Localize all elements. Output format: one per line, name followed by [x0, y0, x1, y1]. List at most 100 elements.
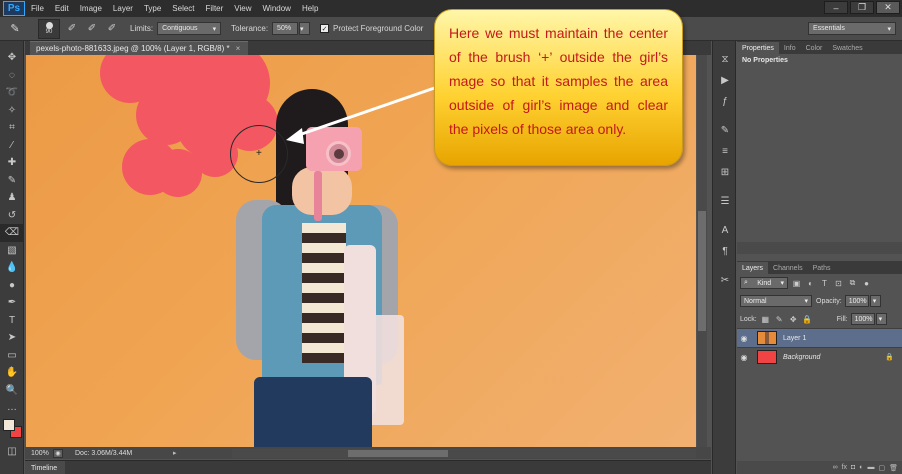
- fill-input[interactable]: 100%: [850, 313, 875, 325]
- protect-foreground-checkbox[interactable]: ✓: [320, 24, 330, 33]
- background-eraser-tool-icon[interactable]: ✎: [4, 19, 26, 39]
- lasso-tool-icon[interactable]: ➰: [0, 84, 24, 102]
- new-layer-icon[interactable]: ▢: [878, 464, 885, 472]
- smart-object-filter-icon[interactable]: ⧉: [847, 278, 858, 289]
- vertical-scroll-thumb[interactable]: [698, 211, 706, 331]
- zoom-level[interactable]: 100%: [25, 450, 53, 457]
- sampling-once-icon[interactable]: ✐: [84, 21, 100, 37]
- link-layers-icon[interactable]: ∞: [833, 464, 838, 471]
- fill-slider-toggle[interactable]: ▾: [875, 313, 887, 325]
- brush-tool-icon[interactable]: ✎: [0, 172, 24, 190]
- hand-tool-icon[interactable]: ✋: [0, 364, 24, 382]
- tab-info[interactable]: Info: [779, 42, 801, 54]
- timeline-tab[interactable]: Timeline: [25, 461, 65, 474]
- tolerance-input[interactable]: 50%: [272, 22, 299, 35]
- menu-image[interactable]: Image: [80, 4, 102, 13]
- new-group-icon[interactable]: ▬: [867, 464, 874, 471]
- close-icon[interactable]: ×: [236, 44, 241, 53]
- layer-kind-filter[interactable]: ⌕ Kind ▾: [740, 277, 788, 289]
- adjustment-layer-icon[interactable]: ◐: [859, 464, 863, 471]
- layer-style-icon[interactable]: fx: [842, 464, 847, 471]
- shape-filter-icon[interactable]: ⊡: [833, 278, 844, 289]
- close-button[interactable]: ✕: [876, 1, 900, 14]
- gradient-tool-icon[interactable]: ▧: [0, 242, 24, 260]
- vertical-scrollbar[interactable]: [697, 55, 707, 447]
- visibility-eye-icon[interactable]: ◉: [737, 334, 751, 343]
- workspace-select[interactable]: Essentials ▾: [808, 22, 896, 35]
- brush-presets-icon[interactable]: ✎: [713, 120, 737, 141]
- adjustment-filter-icon[interactable]: ◐: [805, 278, 816, 289]
- layer-row-layer-1[interactable]: ◉ Layer 1: [737, 328, 902, 347]
- tab-properties[interactable]: Properties: [737, 42, 779, 54]
- history-brush-tool-icon[interactable]: ↺: [0, 207, 24, 225]
- tab-paths[interactable]: Paths: [808, 262, 836, 274]
- menu-file[interactable]: File: [31, 4, 44, 13]
- crop-tool-icon[interactable]: ⌗: [0, 119, 24, 137]
- blend-mode-select[interactable]: Normal ▾: [740, 295, 812, 307]
- delete-layer-icon[interactable]: 🗑: [889, 464, 898, 472]
- marquee-tool-icon[interactable]: ◌: [0, 67, 24, 85]
- eyedropper-tool-icon[interactable]: ⁄: [0, 137, 24, 155]
- tab-swatches[interactable]: Swatches: [827, 42, 867, 54]
- tolerance-slider-toggle[interactable]: ▾: [299, 22, 311, 35]
- status-menu-arrow-icon[interactable]: ▸: [173, 449, 177, 457]
- menu-type[interactable]: Type: [144, 4, 161, 13]
- menu-filter[interactable]: Filter: [206, 4, 224, 13]
- menu-select[interactable]: Select: [172, 4, 194, 13]
- clone-stamp-tool-icon[interactable]: ♟: [0, 189, 24, 207]
- dodge-tool-icon[interactable]: ●: [0, 277, 24, 295]
- tab-layers[interactable]: Layers: [737, 262, 769, 274]
- adjustments-fx-icon[interactable]: ƒ: [713, 91, 737, 112]
- horizontal-scroll-thumb[interactable]: [348, 450, 448, 457]
- character-icon[interactable]: A: [713, 220, 737, 241]
- shape-tool-icon[interactable]: ▭: [0, 347, 24, 365]
- lock-transparent-icon[interactable]: ▦: [760, 314, 771, 325]
- clone-source-icon[interactable]: ⊞: [713, 162, 737, 183]
- quick-selection-tool-icon[interactable]: ✧: [0, 102, 24, 120]
- zoom-tool-icon[interactable]: 🔍: [0, 382, 24, 400]
- document-tab[interactable]: pexels-photo-881633.jpeg @ 100% (Layer 1…: [30, 41, 248, 55]
- type-tool-icon[interactable]: T: [0, 312, 24, 330]
- tab-channels[interactable]: Channels: [768, 262, 808, 274]
- blur-tool-icon[interactable]: 💧: [0, 259, 24, 277]
- brushes-icon[interactable]: ≡: [713, 141, 737, 162]
- more-tools-icon[interactable]: …: [0, 399, 24, 417]
- tool-presets-icon[interactable]: ✂: [713, 270, 737, 291]
- foreground-color-swatch[interactable]: [3, 419, 15, 431]
- menu-layer[interactable]: Layer: [113, 4, 133, 13]
- paragraph-icon[interactable]: ¶: [713, 241, 737, 262]
- menu-view[interactable]: View: [234, 4, 251, 13]
- pixel-filter-icon[interactable]: ▣: [791, 278, 802, 289]
- visibility-eye-icon[interactable]: ◉: [737, 353, 751, 362]
- add-mask-icon[interactable]: ◘: [851, 464, 855, 471]
- opacity-slider-toggle[interactable]: ▾: [869, 295, 881, 307]
- minimize-button[interactable]: –: [824, 1, 848, 14]
- move-tool-icon[interactable]: ✥: [0, 49, 24, 67]
- menu-window[interactable]: Window: [263, 4, 291, 13]
- brush-preset-picker[interactable]: 90: [38, 18, 60, 39]
- eraser-tool-icon[interactable]: ⌫: [0, 224, 24, 242]
- actions-icon[interactable]: ▶: [713, 70, 737, 91]
- healing-brush-tool-icon[interactable]: ✚: [0, 154, 24, 172]
- paragraph-styles-icon[interactable]: ☰: [713, 191, 737, 212]
- restore-button[interactable]: ❐: [850, 1, 874, 14]
- quick-mask-icon[interactable]: ◫: [0, 443, 24, 461]
- lock-position-icon[interactable]: ✥: [788, 314, 799, 325]
- sampling-continuous-icon[interactable]: ✐: [64, 21, 80, 37]
- menu-help[interactable]: Help: [302, 4, 318, 13]
- layer-row-background[interactable]: ◉ Background 🔒: [737, 347, 902, 366]
- history-icon[interactable]: ⧖: [713, 49, 737, 70]
- filter-toggle-icon[interactable]: ●: [861, 278, 872, 289]
- opacity-input[interactable]: 100%: [844, 295, 869, 307]
- limits-select[interactable]: Contiguous ▾: [157, 22, 222, 35]
- pen-tool-icon[interactable]: ✒: [0, 294, 24, 312]
- sampling-background-swatch-icon[interactable]: ✐: [104, 21, 120, 37]
- path-selection-tool-icon[interactable]: ➤: [0, 329, 24, 347]
- lock-all-icon[interactable]: 🔒: [802, 314, 813, 325]
- status-share-icon[interactable]: ◉: [53, 448, 63, 458]
- horizontal-scrollbar[interactable]: [232, 449, 696, 458]
- lock-image-icon[interactable]: ✎: [774, 314, 785, 325]
- tab-color[interactable]: Color: [801, 42, 828, 54]
- menu-edit[interactable]: Edit: [55, 4, 69, 13]
- type-filter-icon[interactable]: T: [819, 278, 830, 289]
